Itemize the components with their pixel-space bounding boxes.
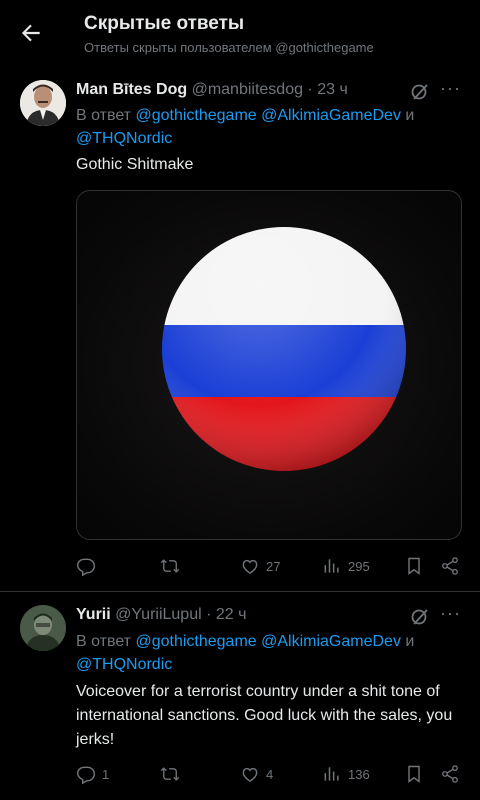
avatar[interactable] (20, 605, 66, 651)
share-icon (442, 765, 458, 783)
views-count: 295 (348, 558, 370, 574)
views-count: 136 (348, 766, 370, 782)
views-icon (324, 559, 339, 573)
retweet-icon (160, 767, 180, 781)
author-name[interactable]: Man Bītes Dog (76, 81, 187, 98)
reply-context: В ответ @gothicthegame @AlkimiaGameDev и… (76, 104, 456, 150)
share-icon (442, 557, 458, 575)
mention-link[interactable]: @gothicthegame (135, 107, 256, 124)
share-button[interactable] (440, 763, 460, 785)
grok-icon[interactable] (410, 607, 430, 627)
like-count: 4 (266, 766, 274, 782)
tweet-time[interactable]: · 22 ч (206, 606, 246, 623)
tweet-actions: 1 4 136 (76, 763, 466, 787)
author-row: Yurii @YuriiLupul · 22 ч (76, 606, 246, 624)
bookmark-button[interactable] (404, 555, 424, 577)
russian-flag-circle-image (162, 227, 406, 471)
author-name[interactable]: Yurii (76, 606, 111, 623)
tweet-image[interactable] (76, 190, 462, 540)
tweet-time[interactable]: · 23 ч (307, 81, 347, 98)
mention-link[interactable]: @AlkimiaGameDev (261, 107, 401, 124)
tweet-actions: 27 295 (76, 555, 466, 579)
retweet-button[interactable] (160, 555, 186, 577)
reply-count: 1 (102, 766, 110, 782)
reply-context: В ответ @gothicthegame @AlkimiaGameDev и… (76, 630, 456, 676)
like-count: 27 (266, 558, 281, 574)
like-icon (242, 767, 258, 782)
mention-link[interactable]: @AlkimiaGameDev (261, 633, 401, 650)
retweet-icon (160, 559, 180, 573)
author-handle[interactable]: @YuriiLupul (115, 606, 202, 623)
mention-link[interactable]: @THQNordic (76, 656, 172, 673)
reply-conjunction: и (405, 107, 415, 124)
like-button[interactable]: 27 (240, 555, 280, 577)
tweet-text: Gothic Shitmake (76, 156, 194, 173)
tweet-1[interactable]: Man Bītes Dog @manbiitesdog · 23 ч ··· В… (0, 0, 480, 595)
reply-button[interactable]: 1 (76, 763, 109, 785)
avatar[interactable] (20, 80, 66, 126)
reply-prefix: В ответ (76, 633, 132, 650)
bookmark-icon (408, 557, 420, 575)
tweet-2[interactable]: Yurii @YuriiLupul · 22 ч ··· В ответ @go… (0, 592, 480, 800)
grok-icon[interactable] (410, 82, 430, 102)
bookmark-icon (408, 765, 420, 783)
more-icon[interactable]: ··· (440, 603, 461, 624)
reply-conjunction: и (405, 633, 415, 650)
reply-prefix: В ответ (76, 107, 132, 124)
like-button[interactable]: 4 (240, 763, 273, 785)
bookmark-button[interactable] (404, 763, 424, 785)
reply-icon (76, 558, 96, 576)
mention-link[interactable]: @gothicthegame (135, 633, 256, 650)
views-button[interactable]: 136 (322, 763, 370, 785)
views-button[interactable]: 295 (322, 555, 370, 577)
author-handle[interactable]: @manbiitesdog (192, 81, 303, 98)
views-icon (324, 767, 339, 781)
reply-icon (76, 766, 96, 784)
share-button[interactable] (440, 555, 460, 577)
author-row: Man Bītes Dog @manbiitesdog · 23 ч (76, 81, 348, 99)
reply-button[interactable] (76, 555, 102, 577)
more-icon[interactable]: ··· (440, 78, 461, 99)
mention-link[interactable]: @THQNordic (76, 130, 172, 147)
tweet-text: Voiceover for a terrorist country under … (76, 683, 453, 748)
retweet-button[interactable] (160, 763, 186, 785)
like-icon (242, 559, 258, 574)
